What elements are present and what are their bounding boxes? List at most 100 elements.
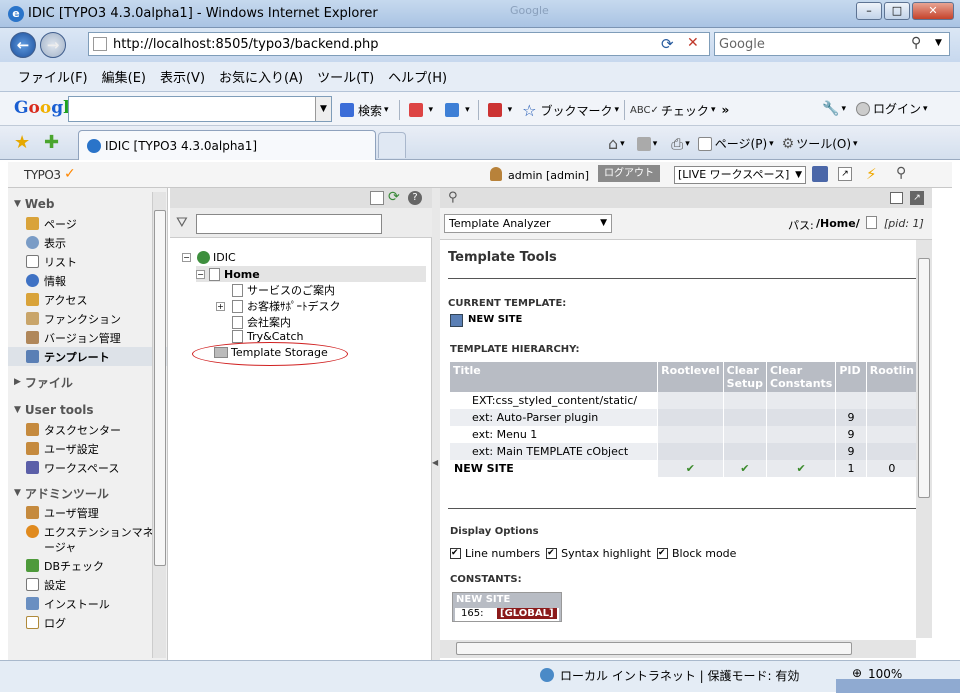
content-hscrollbar[interactable] (440, 640, 916, 658)
menu-favorites[interactable]: お気に入り(A) (219, 67, 303, 86)
view-icon[interactable] (890, 192, 903, 204)
tools-menu[interactable]: ツール(O) (796, 135, 851, 152)
user-circle-icon (855, 101, 870, 116)
rss-icon[interactable] (636, 136, 651, 151)
path-value: /Home/ (816, 217, 860, 230)
chevron-down-icon[interactable]: ▼ (315, 97, 331, 121)
search-icon[interactable]: ⚲ (448, 190, 458, 205)
menu-edit[interactable]: 編集(E) (102, 67, 146, 86)
close-window-button[interactable]: ✕ (912, 2, 954, 20)
logout-button[interactable]: ログアウト (598, 165, 660, 182)
google-search-button[interactable]: 検索 (358, 102, 382, 119)
module-user-admin[interactable]: ユーザ管理 (8, 503, 167, 522)
pagerank-icon[interactable] (487, 103, 502, 117)
module-list[interactable]: リスト (8, 252, 167, 271)
scrollbar-thumb[interactable] (918, 258, 930, 498)
more-button[interactable]: » (721, 103, 729, 117)
module-view[interactable]: 表示 (8, 233, 167, 252)
spellcheck-icon[interactable]: ABC✓ (630, 105, 659, 116)
module-group-admin[interactable]: ▼ アドミンツール (8, 483, 167, 503)
module-group-file[interactable]: ▶ ファイル (8, 372, 167, 392)
back-button[interactable]: ← (10, 32, 36, 58)
star-icon[interactable]: ☆ (522, 101, 536, 120)
module-configuration[interactable]: 設定 (8, 575, 167, 594)
search-icon[interactable]: ⚲ (896, 165, 906, 181)
tab-title: IDIC [TYPO3 4.3.0alpha1] (105, 139, 258, 153)
module-group-web[interactable]: ▼ Web (8, 194, 167, 214)
tree-node-root[interactable]: − IDIC (182, 251, 236, 264)
module-db-check[interactable]: DBチェック (8, 556, 167, 575)
plus-icon[interactable] (445, 103, 460, 117)
module-template[interactable]: テンプレート (8, 347, 167, 366)
module-label: ユーザ設定 (44, 442, 99, 456)
function-select[interactable]: Template Analyzer ▼ (444, 214, 612, 233)
popup-blocker-icon[interactable] (408, 103, 423, 117)
collapse-icon[interactable]: − (182, 253, 191, 262)
content-vscrollbar[interactable] (916, 240, 932, 638)
stop-icon[interactable]: ✕ (687, 35, 699, 51)
panel-splitter[interactable]: ◀ (432, 188, 440, 660)
google-search-input[interactable]: ▼ (68, 96, 332, 122)
workspace-icon[interactable] (812, 166, 828, 182)
module-user-settings[interactable]: ユーザ設定 (8, 439, 167, 458)
open-window-icon[interactable]: ↗ (910, 191, 924, 205)
bookmarks-button[interactable]: ブックマーク (540, 102, 612, 119)
collapse-arrow-icon[interactable]: ◀ (432, 458, 438, 467)
module-info[interactable]: 情報 (8, 271, 167, 290)
tree-node-page[interactable]: 会社案内 (232, 314, 291, 330)
module-install[interactable]: インストール (8, 594, 167, 613)
module-functions[interactable]: ファンクション (8, 309, 167, 328)
wand-icon (26, 312, 39, 325)
new-page-icon[interactable] (370, 191, 384, 205)
search-icon[interactable]: ⚲ (911, 35, 921, 51)
collapse-icon[interactable]: − (196, 269, 205, 279)
menu-tools[interactable]: ツール(T) (317, 67, 374, 86)
print-icon[interactable]: ⎙ (671, 135, 683, 153)
clear-cache-icon[interactable]: ⚡ (866, 165, 877, 183)
menu-file[interactable]: ファイル(F) (18, 67, 88, 86)
minimize-button[interactable]: – (856, 2, 882, 20)
block-mode-checkbox[interactable]: ✔ (656, 548, 668, 559)
tab-typo3[interactable]: IDIC [TYPO3 4.3.0alpha1] (78, 130, 376, 160)
module-page[interactable]: ページ (8, 214, 167, 233)
menu-help[interactable]: ヘルプ(H) (388, 67, 447, 86)
module-taskcenter[interactable]: タスクセンター (8, 420, 167, 439)
scrollbar-thumb[interactable] (456, 642, 852, 655)
google-g-icon (340, 103, 354, 117)
module-workspaces[interactable]: ワークスペース (8, 458, 167, 477)
favorites-star-icon[interactable]: ★ (14, 132, 30, 153)
line-numbers-checkbox[interactable]: ✔ (450, 548, 461, 559)
refresh-icon[interactable]: ⟳ (388, 189, 400, 205)
module-menu-scrollbar[interactable] (152, 192, 166, 658)
list-icon (26, 255, 39, 268)
module-group-user-tools[interactable]: ▼ User tools (8, 400, 167, 420)
module-extension-manager[interactable]: エクステンションマネージャ (8, 522, 167, 556)
module-versioning[interactable]: バージョン管理 (8, 328, 167, 347)
tree-filter-input[interactable] (196, 214, 382, 234)
login-button[interactable]: ログイン (873, 100, 921, 117)
tree-node-home[interactable]: − Home (196, 266, 426, 282)
browser-search-input[interactable]: Google ⚲ ▼ (714, 32, 950, 56)
home-icon[interactable]: ⌂ (608, 134, 618, 153)
refresh-icon[interactable]: ⟳ (661, 35, 674, 53)
wrench-icon[interactable]: 🔧 (822, 101, 839, 117)
tree-node-page[interactable]: サービスのご案内 (232, 282, 335, 298)
address-field[interactable]: http://localhost:8505/typo3/backend.php … (88, 32, 710, 56)
page-menu[interactable]: ページ(P) (715, 135, 767, 152)
chevron-down-icon[interactable]: ▼ (935, 38, 942, 48)
module-log[interactable]: ログ (8, 613, 167, 632)
workspace-select[interactable]: [LIVE ワークスペース] ▼ (674, 166, 806, 184)
syntax-highlight-checkbox[interactable]: ✔ (546, 548, 558, 559)
menu-view[interactable]: 表示(V) (160, 67, 205, 86)
module-access[interactable]: アクセス (8, 290, 167, 309)
help-icon[interactable]: ? (408, 191, 422, 205)
add-favorite-icon[interactable]: ✚ (44, 132, 59, 153)
forward-button[interactable]: → (40, 32, 66, 58)
scrollbar-thumb[interactable] (154, 210, 166, 566)
expand-icon[interactable]: + (216, 301, 225, 311)
check-button[interactable]: チェック (661, 102, 709, 119)
maximize-button[interactable]: □ (884, 2, 910, 20)
tree-node-page[interactable]: + お客様ｻﾎﾟｰﾄデスク (216, 298, 341, 314)
new-tab-button[interactable] (378, 132, 406, 158)
open-window-icon[interactable]: ↗ (838, 167, 852, 181)
